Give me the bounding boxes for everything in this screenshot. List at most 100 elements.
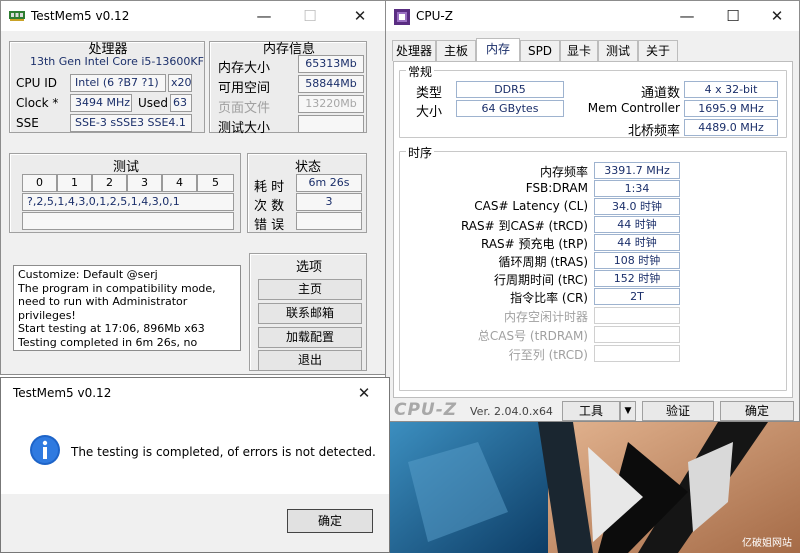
window-title: CPU-Z bbox=[416, 9, 453, 23]
log-line: need to run with Administrator privilege… bbox=[18, 295, 188, 322]
close-button[interactable]: ✕ bbox=[341, 378, 387, 408]
test-cell-5: 5 bbox=[197, 174, 234, 192]
tools-button[interactable]: 工具 bbox=[562, 401, 620, 421]
test-size-field[interactable] bbox=[298, 115, 364, 133]
close-button[interactable]: ✕ bbox=[337, 1, 383, 31]
status-header: 状态 bbox=[294, 160, 321, 175]
tab-bench[interactable]: 测试 bbox=[598, 40, 638, 61]
test-extra-field bbox=[22, 212, 234, 230]
timing-label: RAS# 到CAS# (tRCD) bbox=[460, 219, 588, 233]
timing-label: 行至列 (tRCD) bbox=[508, 348, 588, 362]
type-label: 类型 bbox=[416, 86, 443, 101]
elapsed-label: 耗 时 bbox=[254, 180, 285, 195]
log-line: The program in compatibility mode, bbox=[18, 281, 216, 295]
cpuz-titlebar[interactable]: CPU-Z — ☐ ✕ bbox=[386, 1, 799, 31]
channels-field: 4 x 32-bit bbox=[684, 81, 778, 98]
home-button[interactable]: 主页 bbox=[258, 279, 362, 300]
tab-mainboard[interactable]: 主板 bbox=[436, 40, 476, 61]
cpu-id-field: Intel (6 ?B7 ?1) bbox=[70, 74, 166, 92]
ok-button[interactable]: 确定 bbox=[720, 401, 794, 421]
northbridge-field: 4489.0 MHz bbox=[684, 119, 778, 136]
cpu-id-label: CPU ID bbox=[16, 76, 57, 90]
mem-total-field: 65313Mb bbox=[298, 55, 364, 73]
timing-label: 行周期时间 (tRC) bbox=[493, 273, 588, 287]
mem-avail-field: 58844Mb bbox=[298, 75, 364, 93]
testmem5-window: TestMem5 v0.12 — ☐ ✕ 处理器 13th Gen Intel … bbox=[0, 0, 386, 375]
timings-title: 时序 bbox=[406, 144, 435, 161]
test-size-label: 测试大小 bbox=[218, 121, 271, 136]
mem-total-label: 内存大小 bbox=[218, 61, 271, 76]
timing-label: CAS# Latency (CL) bbox=[474, 199, 588, 213]
timing-label: 指令比率 (CR) bbox=[510, 291, 588, 305]
log-line: Testing completed in 6m 26s, no errors. bbox=[18, 335, 198, 350]
validate-button[interactable]: 验证 bbox=[642, 401, 714, 421]
timing-value: 1:34 bbox=[594, 180, 680, 197]
load-config-button[interactable]: 加载配置 bbox=[258, 327, 362, 348]
exit-button[interactable]: 退出 bbox=[258, 350, 362, 371]
test-cell-4: 4 bbox=[162, 174, 197, 192]
timing-value bbox=[594, 307, 680, 324]
timing-value: 2T bbox=[594, 288, 680, 305]
sse-label: SSE bbox=[16, 116, 39, 130]
timing-value: 152 时钟 bbox=[594, 270, 680, 287]
tab-spd[interactable]: SPD bbox=[520, 40, 560, 61]
minimize-button[interactable]: — bbox=[241, 1, 287, 31]
log-line: Customize: Default @serj bbox=[18, 268, 158, 281]
tab-processor[interactable]: 处理器 bbox=[392, 40, 436, 61]
options-header: 选项 bbox=[295, 260, 322, 275]
processor-panel: 处理器 13th Gen Intel Core i5-13600KF CPU I… bbox=[9, 41, 205, 133]
timing-label: 循环周期 (tRAS) bbox=[498, 255, 588, 269]
timing-label: 总CAS号 (tRDRAM) bbox=[477, 329, 588, 343]
contact-email-button[interactable]: 联系邮箱 bbox=[258, 303, 362, 324]
timing-label: 内存频率 bbox=[539, 165, 588, 179]
maximize-button[interactable]: ☐ bbox=[710, 1, 756, 31]
timing-value: 34.0 时钟 bbox=[594, 198, 680, 215]
cpuz-window: CPU-Z — ☐ ✕ 处理器 主板 内存 SPD 显卡 测试 关于 常规 类型… bbox=[385, 0, 800, 422]
window-title: TestMem5 v0.12 bbox=[31, 9, 130, 23]
memory-info-panel: 内存信息 内存大小 65313Mb 可用空间 58844Mb 页面文件 1322… bbox=[209, 41, 367, 136]
close-button[interactable]: ✕ bbox=[754, 1, 800, 31]
test-panel: 测试 0 1 2 3 4 5 ?,2,5,1,4,3,0,1,2,5,1,4,3… bbox=[9, 153, 241, 233]
mem-avail-label: 可用空间 bbox=[218, 81, 271, 96]
test-cell-1: 1 bbox=[57, 174, 92, 192]
tab-about[interactable]: 关于 bbox=[638, 40, 678, 61]
type-field: DDR5 bbox=[456, 81, 564, 98]
timing-value: 44 时钟 bbox=[594, 216, 680, 233]
status-panel: 状态 耗 时 6m 26s 次 数 3 错 误 bbox=[247, 153, 367, 233]
testmem5-titlebar[interactable]: TestMem5 v0.12 — ☐ ✕ bbox=[1, 1, 385, 31]
cpu-threads-field: x20 bbox=[168, 74, 192, 92]
cycles-label: 次 数 bbox=[254, 199, 285, 214]
options-panel: 选项 主页 联系邮箱 加载配置 退出 bbox=[249, 253, 367, 371]
test-header: 测试 bbox=[112, 160, 139, 175]
log-output[interactable]: Customize: Default @serj The program in … bbox=[13, 265, 241, 351]
desktop-wallpaper: 亿破姐网站 bbox=[388, 422, 800, 553]
clock-label: Clock * bbox=[16, 96, 59, 110]
cycles-field: 3 bbox=[296, 193, 362, 211]
dialog-ok-button[interactable]: 确定 bbox=[287, 509, 373, 533]
channels-label: 通道数 bbox=[640, 86, 680, 101]
cpuz-logo: CPU-Z bbox=[394, 400, 458, 420]
used-label: Used bbox=[138, 96, 169, 110]
test-cell-3: 3 bbox=[127, 174, 162, 192]
elapsed-field: 6m 26s bbox=[296, 174, 362, 192]
tab-memory[interactable]: 内存 bbox=[476, 38, 520, 62]
tools-dropdown-arrow-icon[interactable]: ▼ bbox=[620, 401, 636, 421]
minimize-button[interactable]: — bbox=[664, 1, 710, 31]
page-file-label: 页面文件 bbox=[218, 101, 271, 116]
timing-value bbox=[594, 345, 680, 362]
watermark-text: 亿破姐网站 bbox=[742, 538, 792, 549]
page-file-field: 13220Mb bbox=[298, 95, 364, 113]
northbridge-label: 北桥频率 bbox=[627, 124, 680, 139]
clock-field: 3494 MHz bbox=[70, 94, 132, 112]
general-title: 常规 bbox=[406, 63, 435, 80]
cpuz-app-icon bbox=[394, 9, 410, 28]
tab-graphics[interactable]: 显卡 bbox=[560, 40, 598, 61]
dialog-titlebar[interactable]: TestMem5 v0.12 ✕ bbox=[1, 378, 389, 408]
timing-value bbox=[594, 326, 680, 343]
test-cell-0: 0 bbox=[22, 174, 57, 192]
maximize-button[interactable]: ☐ bbox=[287, 1, 333, 31]
timing-label: FSB:DRAM bbox=[525, 181, 588, 195]
mem-controller-field: 1695.9 MHz bbox=[684, 100, 778, 117]
cpu-name: 13th Gen Intel Core i5-13600KF bbox=[30, 55, 204, 68]
info-icon bbox=[29, 434, 61, 469]
